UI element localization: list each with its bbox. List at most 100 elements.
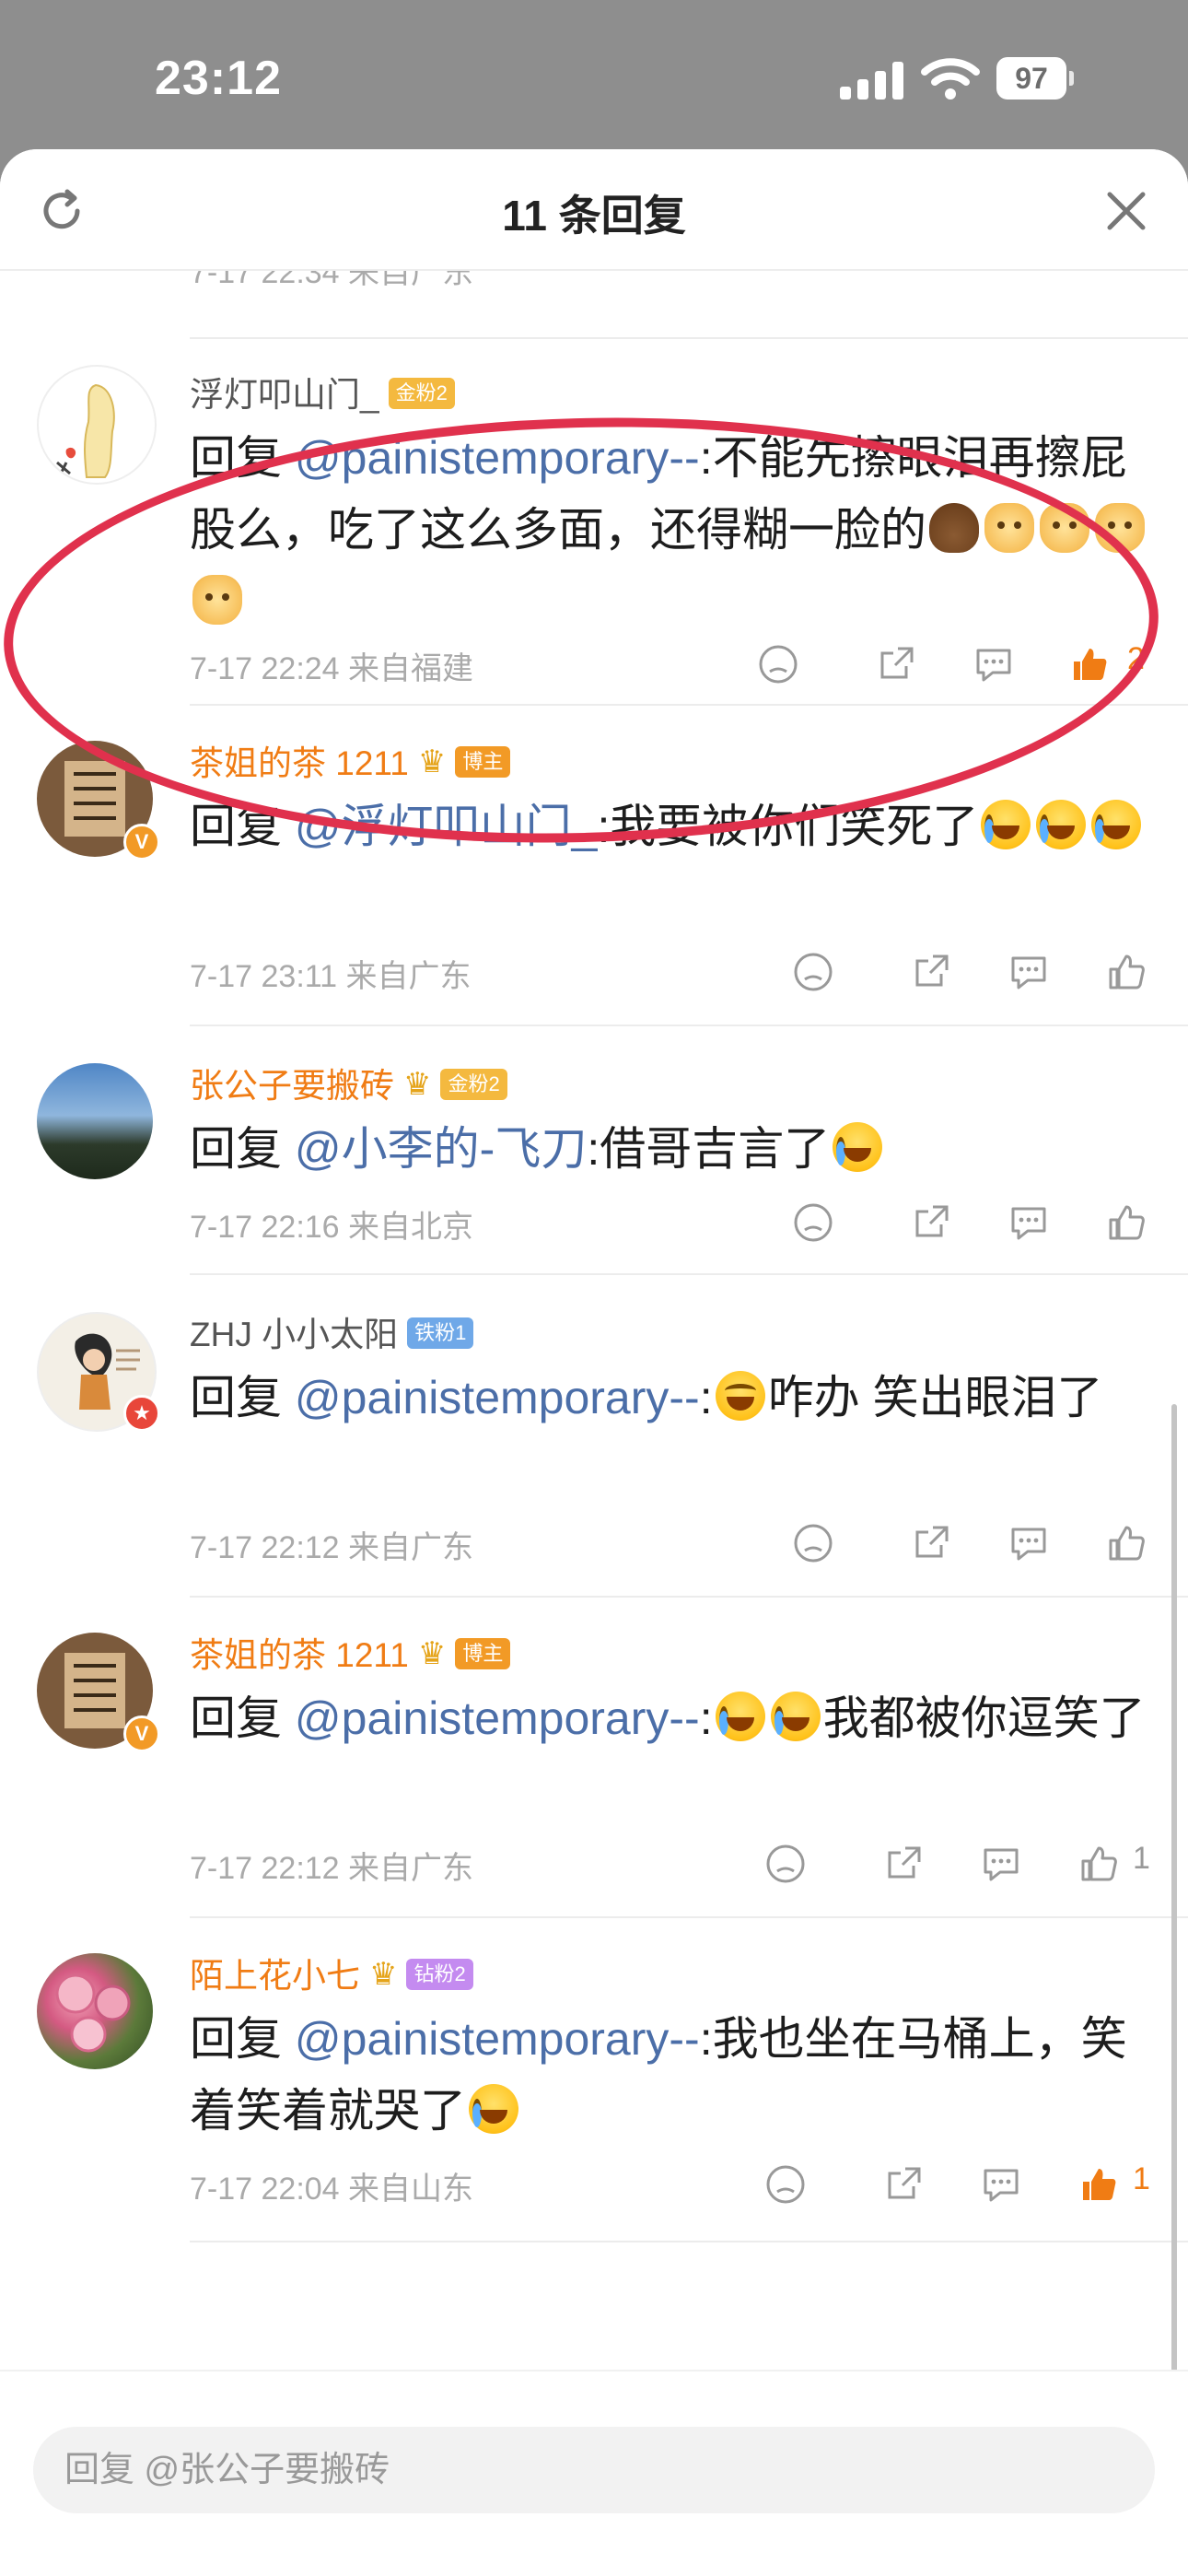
replies-sheet: 11 条回复 7-17 22:34 来自广东 浮灯叩山门_ 金粉2 回复 @pa…	[0, 149, 1188, 2576]
share-icon[interactable]	[882, 2163, 925, 2206]
share-icon[interactable]	[910, 1522, 952, 1564]
like-icon[interactable]	[1105, 1201, 1147, 1244]
avatar[interactable]	[37, 1063, 153, 1179]
close-icon[interactable]	[1101, 186, 1151, 236]
mention-link[interactable]: @painistemporary--	[295, 2013, 700, 2065]
laugh-emoji-icon	[715, 1371, 765, 1421]
list-item[interactable]: V 茶姐的茶 1211 ♛ 博主 回复 @painistemporary--: 我都被…	[0, 1598, 1188, 1916]
comment-meta-text: 7-17 22:16 来自北京	[190, 1210, 474, 1245]
comment-meta-text: 7-17 22:24 来自福建	[190, 651, 474, 686]
comment-author[interactable]: 茶姐的茶 1211 ♛ 博主	[190, 1627, 511, 1677]
dislike-icon[interactable]	[792, 951, 834, 993]
verified-icon: ★	[123, 1395, 160, 1432]
mention-link[interactable]: @小李的-飞刀	[295, 1123, 587, 1175]
reply-bar	[0, 2370, 1188, 2576]
avatar[interactable]	[37, 365, 157, 485]
reply-input[interactable]	[33, 2427, 1155, 2513]
doge-emoji-icon	[1095, 503, 1145, 553]
list-item[interactable]: V 茶姐的茶 1211 ♛ 博主 回复 @浮灯叩山门_:我要被你们笑死了 7-17 …	[0, 706, 1188, 1025]
author-name[interactable]: 陌上花小七	[190, 1957, 360, 1995]
share-icon[interactable]	[910, 1201, 952, 1244]
poop-emoji-icon	[929, 503, 979, 553]
comment-author[interactable]: 浮灯叩山门_ 金粉2	[190, 367, 455, 416]
like-icon[interactable]	[1105, 1522, 1147, 1564]
comment-text: 回复 @painistemporary--:不能先擦眼泪再擦屁股么，吃了这么多面…	[190, 422, 1151, 638]
comment-author[interactable]: 张公子要搬砖 ♛ 金粉2	[190, 1058, 507, 1107]
share-icon[interactable]	[875, 643, 917, 685]
comment-meta-text: 7-17 23:11 来自广东	[190, 959, 472, 994]
comment-meta: 7-17 22:16 来自北京	[190, 1201, 1188, 1247]
comment-text: 回复 @painistemporary--:我也坐在马桶上，笑着笑着就哭了	[190, 2013, 1127, 2137]
mention-link[interactable]: @painistemporary--	[295, 1372, 700, 1423]
comment-author[interactable]: ZHJ 小小太阳 铁粉1	[190, 1306, 474, 1356]
verified-icon: V	[123, 824, 160, 861]
mention-link[interactable]: @painistemporary--	[295, 1692, 700, 1744]
share-icon[interactable]	[882, 1843, 925, 1885]
list-item[interactable]: 张公子要搬砖 ♛ 金粉2 回复 @小李的-飞刀:借哥吉言了 7-17 22:16 来…	[0, 1026, 1188, 1273]
fan-badge: 金粉2	[440, 1069, 507, 1101]
comment-icon[interactable]	[980, 1843, 1022, 1885]
sheet-header: 11 条回复	[0, 149, 1188, 271]
comment-meta-text: 7-17 22:12 来自广东	[190, 1851, 474, 1886]
wifi-icon	[921, 58, 980, 100]
list-item[interactable]: ★ ZHJ 小小太阳 铁粉1 回复 @painistemporary--: 咋办 笑…	[0, 1275, 1188, 1596]
list-item[interactable]: 浮灯叩山门_ 金粉2 回复 @painistemporary--:不能先擦眼泪再擦…	[0, 339, 1188, 689]
fan-badge: 铁粉1	[407, 1317, 474, 1350]
author-badge: 博主	[455, 1638, 511, 1670]
comment-text: 回复 @小李的-飞刀:借哥吉言了	[190, 1113, 1151, 1185]
cellular-signal-icon	[840, 61, 904, 100]
like-count: 1	[1133, 2161, 1150, 2196]
like-icon[interactable]	[1105, 951, 1147, 993]
crown-icon: ♛	[403, 1067, 432, 1103]
doge-emoji-icon	[192, 575, 242, 625]
comment-meta-text: 7-17 22:04 来自山东	[190, 2172, 474, 2207]
author-name[interactable]: 茶姐的茶 1211	[190, 744, 409, 782]
author-name[interactable]: 茶姐的茶 1211	[190, 1636, 409, 1674]
comment-meta-text: 7-17 22:12 来自广东	[190, 1530, 474, 1565]
list-item-partial: 7-17 22:34 来自广东	[0, 269, 1188, 324]
dislike-icon[interactable]	[764, 2163, 807, 2206]
dislike-icon[interactable]	[792, 1522, 834, 1564]
mention-link[interactable]: @浮灯叩山门_	[295, 801, 598, 852]
comment-author[interactable]: 茶姐的茶 1211 ♛ 博主	[190, 735, 511, 785]
like-count: 2	[1127, 641, 1145, 676]
laugh-cry-emoji-icon	[1091, 800, 1142, 849]
crown-icon: ♛	[417, 1636, 447, 1672]
status-bar: 23:12 97	[0, 0, 1188, 152]
share-icon[interactable]	[910, 951, 952, 993]
author-name[interactable]: 浮灯叩山门_	[190, 376, 379, 414]
laugh-cry-emoji-icon	[833, 1122, 883, 1172]
scrollbar[interactable]	[1171, 1404, 1177, 2510]
dislike-icon[interactable]	[757, 643, 799, 685]
comment-meta: 7-17 22:12 来自广东	[190, 1522, 1188, 1568]
avatar[interactable]	[37, 1953, 153, 2069]
like-icon[interactable]	[1077, 2163, 1120, 2206]
comment-icon[interactable]	[1007, 1522, 1050, 1564]
comment-meta: 7-17 22:24 来自福建 2	[190, 641, 1188, 689]
comment-author[interactable]: 陌上花小七 ♛ 钻粉2	[190, 1948, 473, 1997]
crying-emoji-icon	[469, 2084, 518, 2134]
author-name[interactable]: ZHJ 小小太阳	[190, 1316, 398, 1353]
verified-icon: V	[123, 1715, 160, 1752]
author-name[interactable]: 张公子要搬砖	[190, 1067, 394, 1105]
mention-link[interactable]: @painistemporary--	[295, 432, 700, 484]
comment-icon[interactable]	[973, 643, 1015, 685]
crown-icon: ♛	[417, 744, 447, 780]
list-item[interactable]: 陌上花小七 ♛ 钻粉2 回复 @painistemporary--:我也坐在马桶上，…	[0, 1918, 1188, 2237]
comment-icon[interactable]	[1007, 1201, 1050, 1244]
status-time: 23:12	[155, 52, 282, 105]
dislike-icon[interactable]	[792, 1201, 834, 1244]
comment-text: 回复 @painistemporary--: 我都被你逗笑了	[190, 1692, 1146, 1744]
comment-icon[interactable]	[1007, 951, 1050, 993]
battery-level: 97	[996, 57, 1066, 100]
author-badge: 博主	[455, 746, 511, 779]
like-icon[interactable]	[1068, 643, 1111, 685]
laugh-cry-emoji-icon	[1036, 800, 1087, 849]
comment-icon[interactable]	[980, 2163, 1022, 2206]
comment-meta-text: 7-17 22:34 来自广东	[190, 269, 474, 290]
comment-text: 回复 @浮灯叩山门_:我要被你们笑死了	[190, 790, 1151, 862]
dislike-icon[interactable]	[764, 1843, 807, 1885]
crown-icon: ♛	[369, 1957, 398, 1993]
doge-emoji-icon	[984, 503, 1034, 553]
like-icon[interactable]	[1077, 1843, 1120, 1885]
